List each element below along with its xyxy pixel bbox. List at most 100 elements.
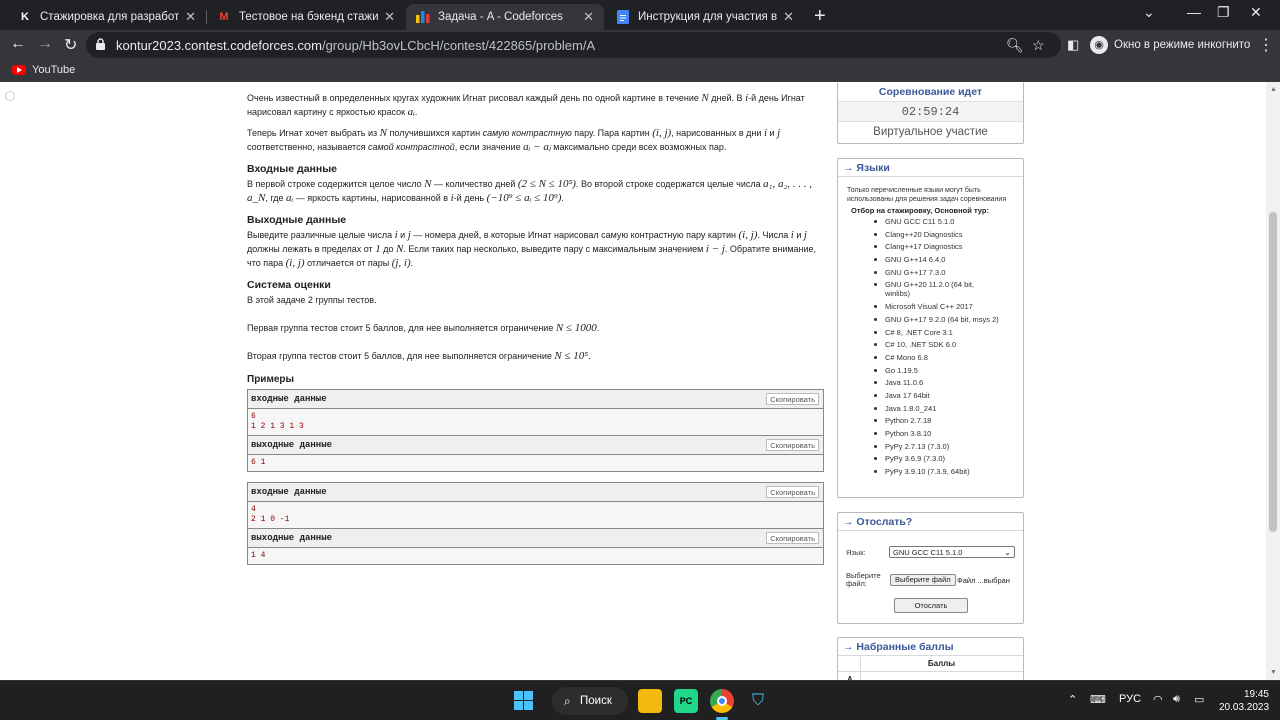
copy-button[interactable]: Скопировать: [766, 393, 819, 405]
language-item: GNU GCC C11 5.1.0: [874, 217, 1023, 226]
submit-caption: → Отослать?: [838, 513, 1023, 531]
language-item: Java 11.0.6: [874, 378, 1023, 387]
incognito-indicator[interactable]: ◉ Окно в режиме инкогнито: [1090, 36, 1250, 54]
tab-docs[interactable]: Инструкция для участия в конте ✕: [606, 4, 804, 30]
wifi-icon[interactable]: ◠: [1153, 693, 1163, 706]
menu-kebab-icon[interactable]: ⋮: [1258, 35, 1274, 55]
page-scrollbar[interactable]: ▲ ▼: [1266, 82, 1280, 680]
youtube-icon: [12, 65, 26, 75]
bookmark-star-icon[interactable]: ☆: [1032, 37, 1045, 54]
section-input-title: Входные данные: [247, 163, 338, 175]
language-item: Microsoft Visual C++ 2017: [874, 302, 1023, 311]
back-arrow-icon[interactable]: ←: [10, 35, 26, 53]
language-item: GNU G++20 11.2.0 (64 bit, winlibs): [874, 280, 1023, 298]
clock-date: 20.03.2023: [1219, 702, 1270, 713]
pycharm-icon[interactable]: PC: [674, 689, 698, 713]
scroll-up-icon[interactable]: ▲: [1270, 86, 1277, 93]
close-icon[interactable]: ✕: [185, 9, 196, 25]
language-item: PyPy 2.7.13 (7.3.0): [874, 442, 1023, 451]
new-tab-plus-icon[interactable]: +: [814, 5, 826, 28]
url-path: /group/Hb3ovLCbcH/contest/422865/problem…: [321, 38, 596, 53]
language-item: Python 2.7.18: [874, 416, 1023, 425]
tab-title: Инструкция для участия в конте: [638, 11, 778, 23]
close-icon[interactable]: ✕: [783, 9, 794, 25]
keyboard-icon[interactable]: ⌨: [1090, 693, 1106, 706]
contest-status[interactable]: Соревнование идет: [838, 82, 1023, 102]
file-status: Файл ...выбран: [957, 576, 1010, 585]
forward-arrow-icon[interactable]: →: [37, 35, 53, 53]
close-icon[interactable]: ✕: [384, 9, 395, 25]
browser-toolbar: ← → ↻ kontur2023.contest.codeforces.com/…: [0, 30, 1280, 60]
tab-gmail[interactable]: M Тестовое на бэкенд стажировку ✕: [207, 4, 405, 30]
intro-paragraph-2: Теперь Игнат хочет выбрать из N получивш…: [247, 127, 781, 153]
section-output-title: Выходные данные: [247, 214, 347, 226]
tab-search-chevron-icon[interactable]: ⌄: [1143, 4, 1155, 21]
window-close-icon[interactable]: ✕: [1250, 4, 1262, 21]
tab-codeforces[interactable]: Задача - A - Codeforces ✕: [406, 4, 604, 30]
language-item: Clang++20 Diagnostics: [874, 230, 1023, 239]
scoring-paragraph-3: Вторая группа тестов стоит 5 баллов, для…: [247, 350, 591, 362]
copy-button[interactable]: Скопировать: [766, 532, 819, 544]
browser-tab-bar: K Стажировка для разработчиков ✕ M Тесто…: [0, 0, 1280, 30]
sample-input-body: 61 2 1 3 1 3: [248, 409, 823, 436]
sample-output-header: выходные данные Скопировать: [248, 529, 823, 548]
address-bar[interactable]: kontur2023.contest.codeforces.com/group/…: [86, 32, 1061, 58]
url-text: kontur2023.contest.codeforces.com/group/…: [116, 38, 595, 53]
language-item: Go 1.19.5: [874, 366, 1023, 375]
reload-icon[interactable]: ↻: [64, 35, 77, 55]
copy-button[interactable]: Скопировать: [766, 439, 819, 451]
language-item: GNU G++17 9.2.0 (64 bit, msys 2): [874, 315, 1023, 324]
languages-caption: → Языки: [838, 159, 1023, 177]
taskbar-search[interactable]: ⌕ Поиск: [552, 687, 628, 715]
file-explorer-icon[interactable]: [638, 689, 662, 713]
zoom-icon[interactable]: 🔍︎: [1006, 37, 1024, 54]
windows-taskbar: ⌕ Поиск PC ⛉ ⌃ ⌨ РУС ◠ 🔊︎ ▭ 19:45 20.03.…: [0, 680, 1280, 720]
sample-output-body: 6 1: [248, 455, 823, 471]
security-shield-icon[interactable]: ⛉: [746, 689, 770, 713]
scrollbar-thumb[interactable]: [1269, 212, 1277, 532]
bookmark-youtube[interactable]: YouTube: [12, 64, 75, 76]
page-circle-icon: [5, 91, 15, 101]
language-item: C# Mono 6.8: [874, 353, 1023, 362]
chrome-icon[interactable]: [710, 689, 734, 713]
clock[interactable]: 19:45 20.03.2023: [1219, 688, 1269, 714]
virtual-participation: Виртуальное участие: [873, 126, 988, 138]
languages-note: Только перечисленные языки могут быть ис…: [847, 187, 1007, 203]
incognito-label: Окно в режиме инкогнито: [1114, 39, 1251, 51]
windows-start-icon[interactable]: [512, 689, 536, 713]
bookmarks-bar: YouTube: [0, 60, 1280, 82]
send-button[interactable]: Отослать: [894, 598, 968, 613]
search-label: Поиск: [580, 695, 612, 707]
incognito-icon: ◉: [1090, 36, 1108, 54]
side-panel-icon[interactable]: ◧: [1067, 37, 1079, 53]
codeforces-icon: [416, 10, 430, 24]
intro-paragraph-1: Очень известный в определенных кругах ху…: [247, 92, 805, 118]
language-item: GNU G++17 7.3.0: [874, 268, 1023, 277]
tab-title: Тестовое на бэкенд стажировку: [239, 11, 379, 23]
sample-output-body: 1 4: [248, 548, 823, 564]
chevron-down-icon: ⌄: [1004, 548, 1011, 557]
choose-file-button[interactable]: Выберите файл: [890, 574, 956, 586]
scroll-down-icon[interactable]: ▼: [1270, 669, 1277, 676]
tab-internship[interactable]: K Стажировка для разработчиков ✕: [8, 4, 206, 30]
samples-title: Примеры: [247, 374, 295, 385]
volume-icon[interactable]: 🔊︎: [1173, 693, 1180, 706]
sample-test-1: входные данные Скопировать 61 2 1 3 1 3 в…: [247, 389, 824, 472]
url-host: kontur2023.contest.codeforces.com: [116, 38, 322, 53]
minimize-icon[interactable]: —: [1187, 4, 1201, 20]
close-icon[interactable]: ✕: [583, 9, 594, 25]
language-item: Clang++17 Diagnostics: [874, 242, 1023, 251]
sample-input-body: 42 1 0 -1: [248, 502, 823, 529]
input-language[interactable]: РУС: [1119, 693, 1141, 705]
copy-button[interactable]: Скопировать: [766, 486, 819, 498]
output-paragraph: Выведите различные целые числа i и j — н…: [247, 229, 817, 269]
section-scoring-title: Система оценки: [247, 279, 331, 291]
tray-chevron-up-icon[interactable]: ⌃: [1068, 693, 1077, 706]
language-item: C# 10, .NET SDK 6.0: [874, 340, 1023, 349]
score-header: Баллы: [927, 659, 956, 668]
language-select[interactable]: GNU GCC C11 5.1.0 ⌄: [889, 546, 1015, 558]
maximize-icon[interactable]: ❐: [1217, 4, 1230, 21]
battery-icon[interactable]: ▭: [1194, 693, 1204, 706]
search-icon: ⌕: [564, 694, 571, 708]
bookmark-label: YouTube: [32, 64, 76, 76]
